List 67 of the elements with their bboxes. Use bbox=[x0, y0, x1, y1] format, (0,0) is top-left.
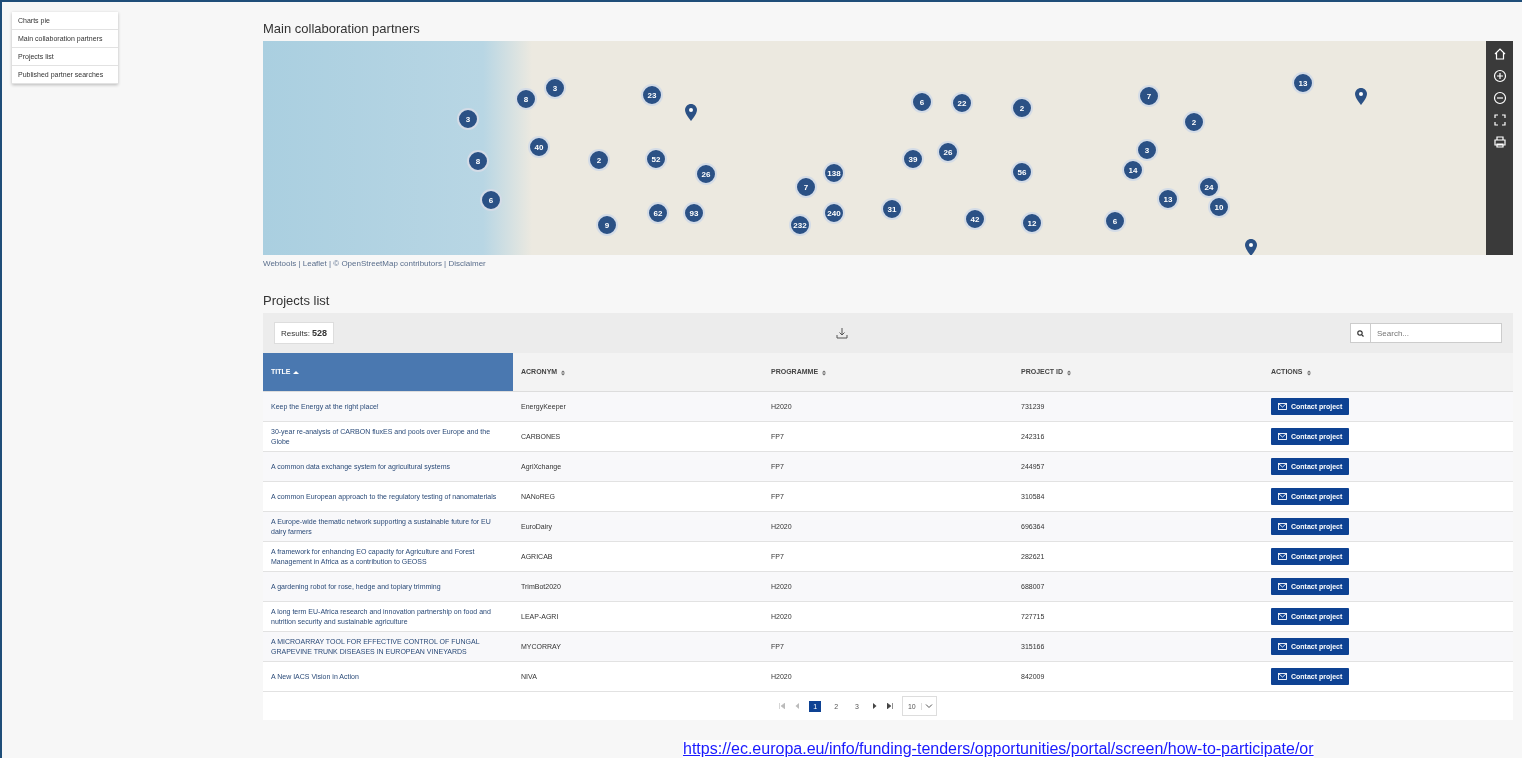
cluster-marker[interactable]: 24 bbox=[1198, 176, 1220, 198]
cluster-marker[interactable]: 26 bbox=[937, 141, 959, 163]
cluster-marker[interactable]: 42 bbox=[964, 208, 986, 230]
cluster-marker[interactable]: 232 bbox=[789, 214, 811, 236]
home-icon[interactable] bbox=[1492, 47, 1507, 61]
cluster-marker[interactable]: 22 bbox=[951, 92, 973, 114]
section-title: Projects list bbox=[263, 293, 331, 308]
cluster-marker[interactable]: 13 bbox=[1157, 188, 1179, 210]
sort-icon bbox=[821, 369, 828, 376]
cluster-marker[interactable]: 52 bbox=[645, 148, 667, 170]
map-pin-icon[interactable] bbox=[1355, 88, 1367, 105]
search-icon bbox=[1357, 329, 1364, 337]
cluster-marker[interactable]: 14 bbox=[1122, 159, 1144, 181]
envelope-icon bbox=[1278, 463, 1287, 470]
cluster-marker[interactable]: 2 bbox=[1011, 97, 1033, 119]
cluster-marker[interactable]: 12 bbox=[1021, 212, 1043, 234]
sort-icon bbox=[560, 369, 567, 376]
cluster-marker[interactable]: 62 bbox=[647, 202, 669, 224]
sort-icon bbox=[1305, 369, 1312, 376]
cluster-marker[interactable]: 31 bbox=[881, 198, 903, 220]
url-link[interactable]: https://ec.europa.eu/info/funding-tenders/opportunities/portal/screen/how-to-participate/or bbox=[683, 740, 1314, 758]
cluster-marker[interactable]: 40 bbox=[528, 136, 550, 158]
cluster-marker[interactable]: 2 bbox=[1183, 111, 1205, 133]
zoom-in-icon[interactable] bbox=[1492, 69, 1507, 83]
cluster-marker[interactable]: 2 bbox=[588, 149, 610, 171]
cluster-marker[interactable]: 138 bbox=[823, 162, 845, 184]
cluster-marker[interactable]: 240 bbox=[823, 202, 845, 224]
envelope-icon bbox=[1278, 433, 1287, 440]
map-pin-icon[interactable] bbox=[685, 104, 697, 121]
section-title: Main collaboration partners bbox=[263, 21, 421, 36]
cluster-marker[interactable]: 26 bbox=[695, 163, 717, 185]
search-field[interactable]: Search... bbox=[1350, 323, 1502, 343]
cluster-marker[interactable]: 3 bbox=[1136, 139, 1158, 161]
fullscreen-icon[interactable] bbox=[1492, 113, 1507, 127]
cluster-marker[interactable]: 3 bbox=[544, 77, 566, 99]
map-attribution: Webtools | Leaflet | © OpenStreetMap contributors | Disclaimer bbox=[263, 259, 487, 268]
envelope-icon bbox=[1278, 403, 1287, 410]
cluster-marker[interactable]: 3 bbox=[457, 108, 479, 130]
cluster-marker[interactable]: 93 bbox=[683, 202, 705, 224]
last-page-icon[interactable] bbox=[886, 703, 893, 709]
zoom-out-icon[interactable] bbox=[1492, 91, 1507, 105]
cluster-marker[interactable]: 10 bbox=[1208, 196, 1230, 218]
envelope-icon bbox=[1278, 673, 1287, 680]
cluster-marker[interactable]: 8 bbox=[515, 88, 537, 110]
map-pin-icon[interactable] bbox=[1245, 239, 1257, 255]
next-page-icon[interactable] bbox=[871, 703, 878, 709]
download-icon[interactable] bbox=[835, 327, 848, 339]
cluster-marker[interactable]: 7 bbox=[795, 176, 817, 198]
envelope-icon bbox=[1278, 553, 1287, 560]
cluster-marker[interactable]: 23 bbox=[641, 84, 663, 106]
cluster-marker[interactable]: 56 bbox=[1011, 161, 1033, 183]
cluster-marker[interactable]: 13 bbox=[1292, 72, 1314, 94]
results-count: Results: 528 bbox=[274, 322, 334, 344]
cluster-marker[interactable]: 7 bbox=[1138, 85, 1160, 107]
cluster-marker[interactable]: 39 bbox=[902, 148, 924, 170]
envelope-icon bbox=[1278, 523, 1287, 530]
envelope-icon bbox=[1278, 613, 1287, 620]
cluster-marker[interactable]: 6 bbox=[911, 91, 933, 113]
cluster-marker[interactable]: 6 bbox=[480, 189, 502, 211]
envelope-icon bbox=[1278, 493, 1287, 500]
envelope-icon bbox=[1278, 583, 1287, 590]
envelope-icon bbox=[1278, 643, 1287, 650]
print-icon[interactable] bbox=[1492, 135, 1507, 149]
cluster-marker[interactable]: 6 bbox=[1104, 210, 1126, 232]
sort-icon bbox=[1066, 369, 1072, 376]
cluster-marker[interactable]: 8 bbox=[467, 150, 489, 172]
cluster-marker[interactable]: 9 bbox=[596, 214, 618, 236]
